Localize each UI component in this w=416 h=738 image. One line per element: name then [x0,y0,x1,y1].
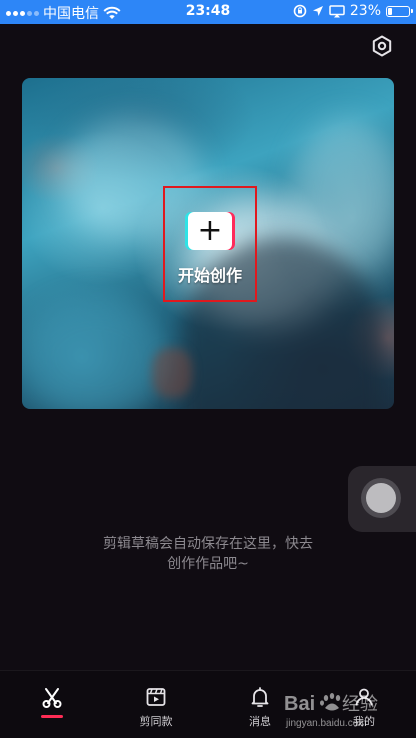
start-creating-button[interactable]: + 开始创作 [163,186,257,302]
status-bar: 中国电信 23:48 23% [0,0,416,24]
tab-messages[interactable]: 消息 [225,685,295,729]
template-clapper-icon [146,688,166,706]
hint-line-1: 剪辑草稿会自动保存在这里，快去 [103,536,313,552]
tab-profile-label: 我的 [353,715,375,728]
drafts-empty-hint: 剪辑草稿会自动保存在这里，快去 创作作品吧~ [60,534,356,574]
smoke-cloud [22,298,172,409]
rotation-lock-icon [293,4,307,18]
scissors-icon [42,688,62,708]
settings-button[interactable] [370,34,394,58]
status-right: 23% [293,3,413,19]
assistive-touch-ring [361,478,401,518]
active-tab-indicator [41,715,63,718]
hint-line-2: 创作作品吧~ [167,556,249,572]
battery-icon [386,5,413,17]
tab-profile[interactable]: 我的 [329,685,399,729]
location-arrow-icon [312,6,323,16]
plus-icon: + [188,212,232,250]
tab-messages-label: 消息 [249,715,271,728]
assistive-touch-button[interactable] [348,466,416,532]
app-screen: 中国电信 23:48 23% + 开始创作 剪辑草稿会自动保存在这里，快去 创作… [0,0,416,738]
bottom-tab-bar: 剪同款 消息 我的 [0,670,416,738]
bell-icon [251,687,269,707]
profile-icon [355,688,373,706]
battery-level [388,7,392,15]
tab-templates[interactable]: 剪同款 [121,685,191,729]
tab-edit[interactable] [17,685,87,718]
battery-percent: 23% [349,3,381,19]
hand-holding-flare [152,348,192,398]
tab-templates-label: 剪同款 [139,715,173,728]
assistive-touch-dot [366,483,396,513]
hexagon-settings-icon [372,35,392,57]
screen-mirroring-icon [329,4,345,17]
start-creating-label: 开始创作 [177,266,242,285]
